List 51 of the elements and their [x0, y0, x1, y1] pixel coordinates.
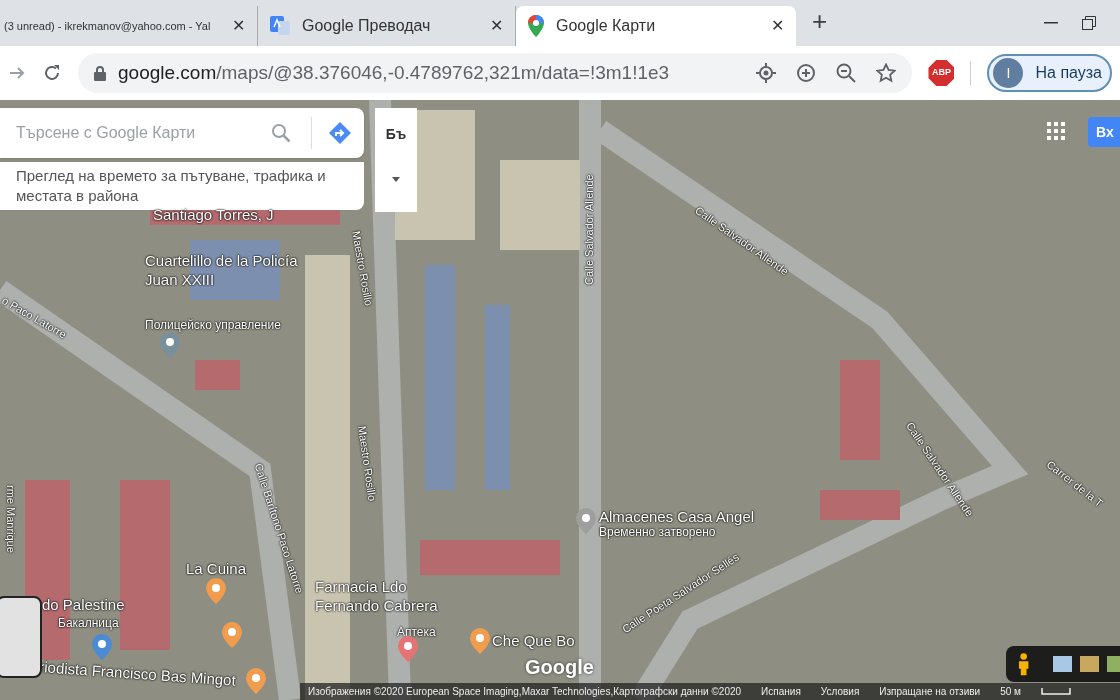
tab-title: Google Преводач	[302, 16, 432, 36]
footer-link[interactable]: Изпращане на отзиви	[879, 684, 981, 699]
dropdown-caret-icon[interactable]	[392, 177, 400, 182]
translate-icon	[270, 16, 290, 36]
scale-label: 50 м	[1000, 685, 1021, 699]
map-logo: Google	[525, 655, 594, 680]
footer-link[interactable]: Условия	[820, 684, 860, 699]
scale-bar-icon	[1040, 688, 1071, 695]
map-thumbnail[interactable]	[0, 596, 42, 678]
satellite-map[interactable]	[0, 100, 1120, 700]
street-label: Calle Salvador Allende	[583, 174, 596, 285]
search-box[interactable]: Търсене с Google Карти	[0, 108, 364, 158]
lock-icon	[94, 65, 106, 81]
new-tab-button[interactable]: +	[804, 8, 836, 34]
profile-label: На пауза	[1035, 63, 1102, 83]
layer-toggle[interactable]: Бъ	[385, 124, 407, 145]
url-text: google.com/maps/@38.376046,-0.4789762,321m/data=!3m1!1e3	[118, 60, 670, 85]
location-target-icon[interactable]	[756, 63, 777, 83]
tab-title: (3 unread) - ikrekmanov@yahoo.com - Yal	[4, 18, 212, 34]
star-icon[interactable]	[876, 63, 897, 83]
close-tab-button[interactable]: ✕	[771, 14, 784, 38]
extension-badge[interactable]: ABP	[928, 60, 955, 86]
search-field[interactable]: Търсене с Google Карти	[16, 121, 271, 145]
zoom-in-icon[interactable]	[796, 63, 817, 83]
address-bar[interactable]: google.com/maps/@38.376046,-0.4789762,321m/data=!3m1!1e3	[78, 53, 913, 93]
footer-link[interactable]: Испания	[761, 684, 801, 699]
map-pin-icon	[528, 15, 544, 37]
imagery-thumbnail[interactable]	[1080, 656, 1100, 672]
attribution-text: Изображения ©2020 European Space Imaging,Maxar Technologies,Картографски данни ©2020	[308, 685, 742, 699]
close-tab-button[interactable]: ✕	[490, 14, 503, 38]
street-label: Maestro Rosillo	[355, 425, 379, 502]
tab-title: Google Карти	[556, 16, 657, 36]
reload-icon[interactable]	[42, 63, 62, 83]
close-tab-button[interactable]: ✕	[232, 14, 245, 38]
directions-icon[interactable]	[328, 121, 352, 145]
street-label: rme Manrique	[4, 485, 17, 553]
imagery-thumbnail[interactable]	[1053, 656, 1073, 672]
place-label[interactable]: do Palestine	[42, 596, 125, 615]
search-hint[interactable]: Преглед на времето за пътуване, трафика и местата в района	[0, 162, 364, 210]
search-icon[interactable]	[271, 123, 291, 143]
pegman-icon[interactable]	[1018, 652, 1030, 676]
zoom-out-icon[interactable]	[836, 63, 857, 83]
place-label[interactable]: riodista Francisco Bas Mingot	[38, 658, 237, 691]
browser-tab[interactable]: Google Карти ✕	[516, 6, 796, 46]
street-label: Maestro Rosillo	[349, 230, 376, 308]
restore-icon[interactable]	[1082, 16, 1096, 30]
profile-button[interactable]: I На пауза	[987, 54, 1112, 92]
apps-grid-icon[interactable]	[1047, 122, 1065, 140]
sign-in-button[interactable]: Вх	[1088, 117, 1120, 147]
minimize-icon[interactable]	[1044, 22, 1058, 24]
avatar: I	[993, 58, 1024, 88]
